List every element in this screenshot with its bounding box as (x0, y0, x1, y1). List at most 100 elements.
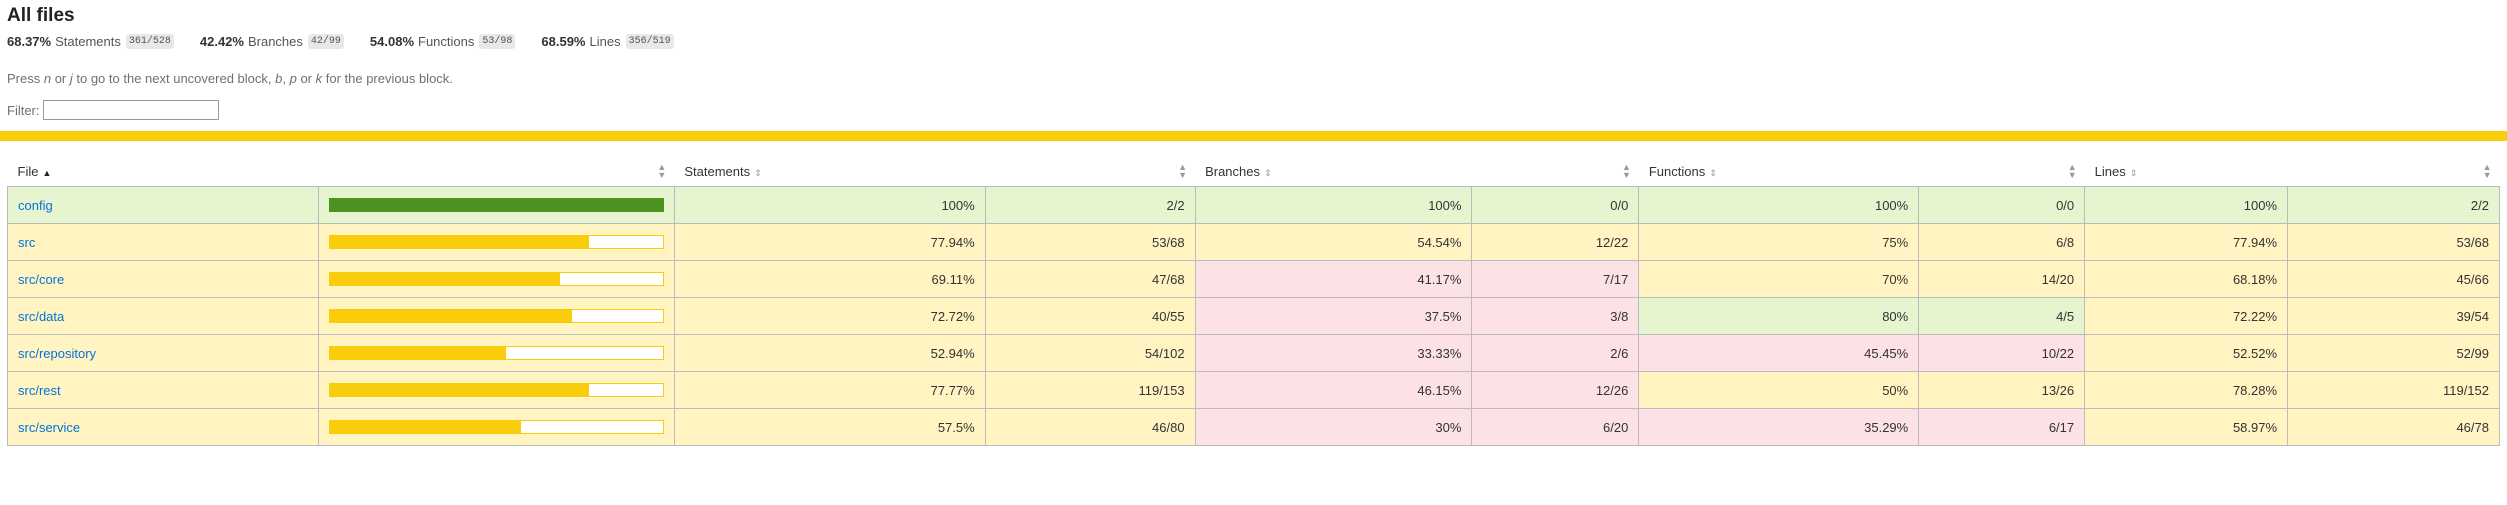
lines-fraction-cell: 53/68 (2287, 223, 2500, 261)
file-cell: src/core (7, 260, 319, 298)
lines-fraction-cell: 45/66 (2287, 260, 2500, 298)
coverage-bar (328, 383, 664, 397)
functions-pct-cell: 45.45% (1638, 334, 1920, 372)
sort-icon: ▲ ▼ (2067, 162, 2077, 180)
sort-icon: ▲ ▼ (2482, 162, 2492, 180)
column-header-functions-fraction[interactable]: ▲ ▼ (1918, 156, 2085, 187)
summary-label: Functions (418, 33, 475, 49)
lines-fraction-cell: 52/99 (2287, 334, 2500, 372)
summary-pct: 54.08% (369, 33, 414, 49)
summary-pct: 68.59% (541, 33, 586, 49)
statements-fraction-cell: 2/2 (984, 186, 1196, 224)
file-link[interactable]: src/repository (18, 346, 96, 361)
branches-fraction-cell: 3/8 (1471, 297, 1640, 335)
summary-fraction-badge: 356/519 (625, 33, 674, 49)
column-header-label: Functions (1648, 163, 1706, 179)
coverage-bar-cell (317, 186, 675, 224)
lines-pct-cell: 78.28% (2084, 371, 2289, 409)
summary-fraction-badge: 53/98 (479, 33, 516, 49)
file-link[interactable]: src (18, 235, 35, 250)
sort-icon: ⇕ (754, 167, 762, 178)
coverage-bar (328, 420, 664, 434)
statements-fraction-cell: 54/102 (984, 334, 1196, 372)
branches-fraction-cell: 12/22 (1471, 223, 1640, 261)
file-cell: src/service (7, 408, 319, 446)
hint-text: or (51, 71, 70, 86)
file-link[interactable]: config (18, 198, 53, 213)
hint-text: Press (7, 71, 44, 86)
functions-pct-cell: 75% (1638, 223, 1920, 261)
branches-fraction-cell: 2/6 (1471, 334, 1640, 372)
column-header-label: Lines (2094, 163, 2126, 179)
table-row: src/rest 77.77% 119/153 46.15% 12/26 50% 13/26… (7, 371, 2500, 409)
file-cell: src (7, 223, 319, 261)
lines-pct-cell: 52.52% (2084, 334, 2289, 372)
coverage-bar (328, 346, 664, 360)
file-link[interactable]: src/service (18, 420, 80, 435)
filter-row: Filter: (7, 98, 2500, 122)
column-header-functions[interactable]: Functions ⇕ (1638, 156, 1919, 187)
column-header-statements[interactable]: Statements ⇕ (674, 156, 986, 187)
sort-icon: ▲ ▼ (1178, 162, 1188, 180)
lines-pct-cell: 100% (2084, 186, 2289, 224)
column-header-branches-fraction[interactable]: ▲ ▼ (1471, 156, 1639, 187)
branches-fraction-cell: 12/26 (1471, 371, 1640, 409)
lines-fraction-cell: 46/78 (2287, 408, 2500, 446)
sort-icon: ▲ ▼ (657, 162, 667, 180)
functions-pct-cell: 50% (1638, 371, 1920, 409)
table-row: src/data 72.72% 40/55 37.5% 3/8 80% 4/5 72.22% 3… (7, 297, 2500, 335)
table-row: src/service 57.5% 46/80 30% 6/20 35.29% 6/17 58… (7, 408, 2500, 446)
column-header-bar[interactable]: ▲ ▼ (318, 156, 675, 187)
hint-text: to go to the next uncovered block, (72, 71, 276, 86)
lines-pct-cell: 58.97% (2084, 408, 2289, 446)
summary-functions: 54.08% Functions 53/98 (369, 33, 516, 49)
functions-pct-cell: 100% (1638, 186, 1920, 224)
column-header-label: File (17, 163, 39, 179)
hint-key: p (289, 71, 297, 86)
column-header-lines[interactable]: Lines ⇕ (2084, 156, 2288, 187)
file-cell: src/repository (7, 334, 319, 372)
sort-icon: ▲ ▼ (1621, 162, 1631, 180)
coverage-bar-cell (317, 297, 675, 335)
column-header-branches[interactable]: Branches ⇕ (1195, 156, 1472, 187)
statements-fraction-cell: 46/80 (984, 408, 1196, 446)
branches-pct-cell: 41.17% (1194, 260, 1473, 298)
sort-ascending-icon: ▲ (42, 167, 52, 178)
page-title: All files (7, 5, 75, 26)
sort-icon: ⇕ (2129, 167, 2138, 178)
coverage-bar-fill (329, 347, 507, 359)
column-header-lines-fraction[interactable]: ▲ ▼ (2287, 156, 2500, 187)
column-header-statements-fraction[interactable]: ▲ ▼ (985, 156, 1196, 187)
filter-input[interactable] (42, 100, 219, 120)
hint-text: for the previous block. (322, 71, 453, 86)
column-header-file[interactable]: File ▲ (7, 156, 319, 187)
summary-statements: 68.37% Statements 361/528 (7, 33, 174, 49)
coverage-bar (328, 309, 664, 323)
coverage-bar-fill (329, 384, 589, 396)
file-link[interactable]: src/rest (18, 383, 61, 398)
file-link[interactable]: src/data (18, 309, 64, 324)
branches-fraction-cell: 0/0 (1471, 186, 1640, 224)
coverage-bar (328, 198, 664, 212)
lines-fraction-cell: 39/54 (2287, 297, 2500, 335)
functions-fraction-cell: 0/0 (1918, 186, 2086, 224)
functions-fraction-cell: 14/20 (1918, 260, 2086, 298)
sort-icon: ⇕ (1264, 167, 1272, 178)
hint-text: , (282, 71, 290, 86)
file-cell: src/data (7, 297, 319, 335)
coverage-bar-fill (329, 236, 590, 248)
functions-pct-cell: 35.29% (1638, 408, 1920, 446)
coverage-bar (328, 235, 664, 249)
hint-text: or (296, 71, 316, 86)
summary-pct: 68.37% (7, 33, 52, 49)
table-row: src/core 69.11% 47/68 41.17% 7/17 70% 14/20 68.… (7, 260, 2500, 298)
functions-pct-cell: 70% (1638, 260, 1920, 298)
summary-fraction-badge: 42/99 (307, 33, 344, 49)
file-link[interactable]: src/core (18, 272, 64, 287)
file-cell: src/rest (7, 371, 319, 409)
coverage-bar-cell (317, 260, 675, 298)
statements-pct-cell: 57.5% (673, 408, 986, 446)
table-row: src 77.94% 53/68 54.54% 12/22 75% 6/8 77.94% 53/… (7, 223, 2500, 261)
coverage-bar-cell (317, 223, 675, 261)
column-header-label: Branches (1205, 163, 1260, 179)
